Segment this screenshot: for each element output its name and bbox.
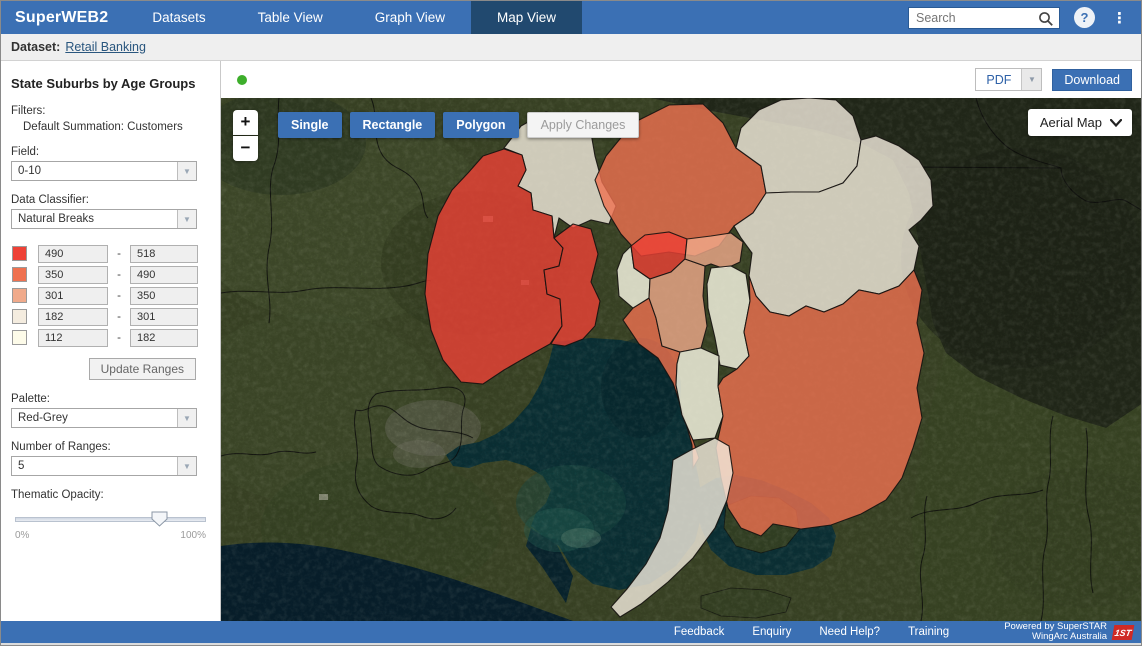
range-color-swatch [12,309,27,324]
nav-tabs: Datasets Table View Graph View Map View [126,1,582,34]
search-box [908,7,1060,29]
range-color-swatch [12,267,27,282]
zoom-in-button[interactable]: + [233,110,258,135]
chevron-down-icon: ▼ [1021,69,1041,90]
chevron-down-icon: ▼ [177,457,196,475]
powered-by-text: Powered by SuperSTAR WingArc Australia [1004,622,1113,642]
range-color-swatch [12,288,27,303]
tab-map-view[interactable]: Map View [471,1,582,34]
update-ranges-button[interactable]: Update Ranges [89,358,196,380]
export-format-select[interactable]: PDF ▼ [975,68,1042,91]
range-from-input[interactable] [38,245,108,263]
map-zoom-control: + − [233,110,258,161]
range-row: - [1,285,220,306]
tab-table-view[interactable]: Table View [232,1,349,34]
map-canvas[interactable]: + − Single Rectangle Polygon Apply Chang… [221,98,1142,621]
polygon-select-button[interactable]: Polygon [443,112,518,138]
opacity-slider-track[interactable] [15,517,206,522]
thematic-opacity-label: Thematic Opacity: [1,476,220,504]
rectangle-select-button[interactable]: Rectangle [350,112,436,138]
single-select-button[interactable]: Single [278,112,342,138]
chevron-down-icon: ▼ [177,409,196,427]
selection-tools: Single Rectangle Polygon Apply Changes [278,112,639,138]
range-to-input[interactable] [130,266,198,284]
opacity-slider-handle[interactable] [151,511,168,527]
range-row: - [1,306,220,327]
feedback-link[interactable]: Feedback [674,626,725,638]
app-logo: SuperWEB2 [1,1,126,34]
chevron-down-icon: ▼ [177,162,196,180]
filters-label: Filters: [11,105,210,117]
field-select[interactable]: 0-10 ▼ [11,161,197,181]
enquiry-link[interactable]: Enquiry [752,626,791,638]
range-to-input[interactable] [130,287,198,305]
footer-bar: Feedback Enquiry Need Help? Training Pow… [1,621,1141,645]
range-row: - [1,264,220,285]
range-from-input[interactable] [38,287,108,305]
overflow-menu-icon[interactable]: ⋮ [1108,9,1131,27]
range-legend: - - - - [1,229,220,348]
page-title: State Suburbs by Age Groups [1,61,220,91]
palette-label: Palette: [1,380,220,408]
range-row: - [1,243,220,264]
range-from-input[interactable] [38,308,108,326]
tab-graph-view[interactable]: Graph View [349,1,471,34]
status-indicator-dot [237,75,247,85]
range-from-input[interactable] [38,266,108,284]
dataset-bar: Dataset: Retail Banking [1,34,1141,61]
field-label: Field: [1,133,220,161]
chevron-down-icon: ▼ [177,210,196,228]
range-color-swatch [12,330,27,345]
opacity-slider[interactable] [15,510,206,534]
download-button[interactable]: Download [1052,69,1132,91]
tab-datasets[interactable]: Datasets [126,1,231,34]
range-color-swatch [12,246,27,261]
range-to-input[interactable] [130,308,198,326]
range-to-input[interactable] [130,329,198,347]
aerial-basemap [221,98,1142,621]
map-toolbar: PDF ▼ Download [221,61,1142,98]
data-classifier-select[interactable]: Natural Breaks ▼ [11,209,197,229]
number-of-ranges-label: Number of Ranges: [1,428,220,456]
range-row: - [1,327,220,348]
palette-select[interactable]: Red-Grey ▼ [11,408,197,428]
need-help-link[interactable]: Need Help? [819,626,880,638]
top-navigation-bar: SuperWEB2 Datasets Table View Graph View… [1,1,1141,34]
help-icon[interactable]: ? [1074,7,1095,28]
zoom-out-button[interactable]: − [233,136,258,161]
range-from-input[interactable] [38,329,108,347]
data-classifier-label: Data Classifier: [1,181,220,209]
search-icon[interactable] [1038,11,1054,32]
app-window: SuperWEB2 Datasets Table View Graph View… [0,0,1142,646]
range-to-input[interactable] [130,245,198,263]
map-settings-sidebar: State Suburbs by Age Groups Filters: Def… [1,61,221,621]
superstar-logo: 1ST [1112,625,1135,640]
search-input[interactable] [909,9,1034,27]
map-panel: PDF ▼ Download [221,61,1142,621]
default-summation: Default Summation: Customers [11,117,210,133]
dataset-link[interactable]: Retail Banking [65,40,146,54]
apply-changes-button[interactable]: Apply Changes [527,112,640,138]
basemap-select[interactable]: Aerial Map [1028,109,1132,136]
number-of-ranges-select[interactable]: 5 ▼ [11,456,197,476]
chevron-down-icon [1110,119,1122,127]
training-link[interactable]: Training [908,626,949,638]
footer-links: Feedback Enquiry Need Help? Training [674,626,1004,638]
dataset-label: Dataset: [11,40,60,54]
